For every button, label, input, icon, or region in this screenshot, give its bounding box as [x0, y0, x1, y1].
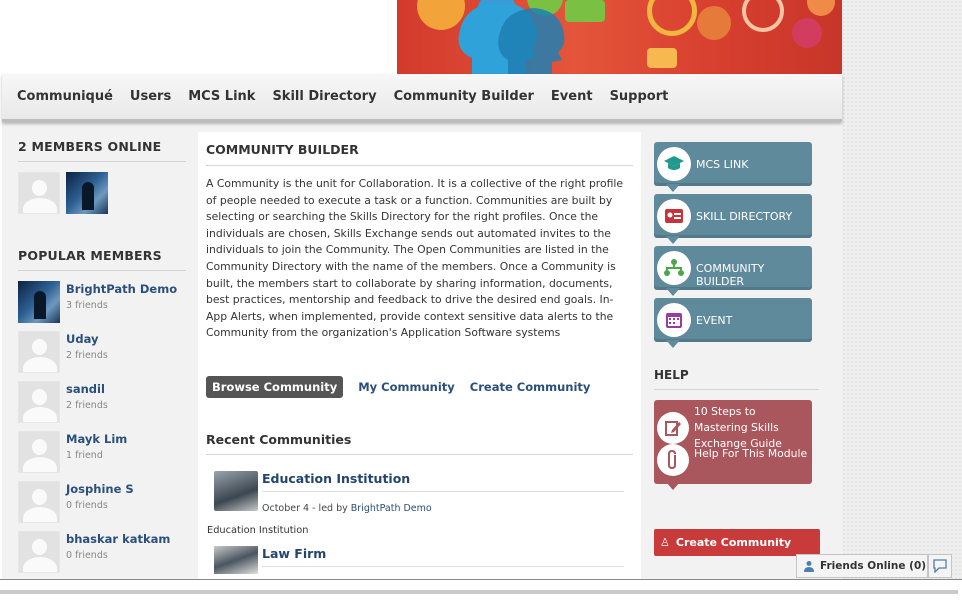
member-name[interactable]: sandil — [66, 382, 108, 396]
community-name[interactable]: Law Firm — [262, 546, 326, 561]
list-item: Josphine S 0 friends — [18, 481, 186, 523]
nav-event[interactable]: Event — [551, 89, 593, 104]
bottom-bar — [0, 579, 962, 602]
tab-browse-community[interactable]: Browse Community — [206, 375, 344, 398]
skill-directory-button[interactable]: SKILL DIRECTORY — [654, 194, 812, 244]
avatar[interactable] — [18, 531, 60, 573]
event-button[interactable]: EVENT — [654, 298, 812, 348]
list-item: Education Institution October 4 - led by… — [206, 467, 633, 527]
members-online-title: 2 MEMBERS ONLINE — [18, 139, 186, 162]
paperclip-icon — [657, 444, 689, 476]
community-meta: October 4 - led by BrightPath Demo — [262, 503, 432, 514]
chat-bubble-icon — [933, 559, 947, 573]
edit-icon — [657, 412, 689, 444]
right-sidebar: MCS LINK SKILL DIRECTORY COMMUNITY BUILD… — [654, 142, 824, 490]
left-sidebar: 2 MEMBERS ONLINE POPULAR MEMBERS BrightP… — [18, 139, 186, 573]
help-module-link[interactable]: Help For This Module — [657, 444, 807, 476]
member-friends: 2 friends — [66, 400, 108, 411]
community-tabs: Browse Community My Community Create Com… — [206, 375, 633, 398]
help-module-label: Help For This Module — [694, 447, 808, 460]
member-friends: 0 friends — [66, 500, 108, 511]
calendar-icon — [657, 303, 691, 337]
tab-my-community[interactable]: My Community — [358, 380, 455, 394]
id-card-icon — [657, 199, 691, 233]
page-title: COMMUNITY BUILDER — [206, 142, 633, 166]
head-profile-icon — [458, 2, 565, 74]
help-box: 10 Steps to Mastering Skills Exchange Gu… — [654, 400, 812, 490]
network-icon — [657, 251, 691, 285]
list-item: bhaskar katkam 0 friends — [18, 531, 186, 573]
avatar[interactable] — [18, 381, 60, 423]
avatar[interactable] — [18, 331, 60, 373]
community-name[interactable]: Education Institution — [262, 471, 410, 486]
chat-button[interactable] — [928, 554, 952, 578]
header-blank — [0, 0, 397, 74]
community-leader[interactable]: BrightPath Demo — [351, 503, 432, 514]
member-friends: 1 friend — [66, 450, 103, 461]
list-item: sandil 2 friends — [18, 381, 186, 423]
event-label: EVENT — [696, 314, 733, 327]
page-content: Communiqué Users MCS Link Skill Director… — [2, 74, 842, 584]
friends-online-bar[interactable]: Friends Online (0) — [796, 554, 928, 578]
skill-directory-label: SKILL DIRECTORY — [696, 210, 793, 223]
popular-members-title: POPULAR MEMBERS — [18, 248, 186, 271]
community-builder-button[interactable]: COMMUNITY BUILDER — [654, 246, 812, 296]
avatar[interactable] — [18, 281, 60, 323]
nav-support[interactable]: Support — [610, 89, 669, 104]
member-name[interactable]: Josphine S — [66, 482, 134, 496]
recent-communities-title: Recent Communities — [206, 432, 633, 455]
nav-communique[interactable]: Communiqué — [17, 89, 113, 104]
avatar[interactable] — [18, 481, 60, 523]
avatar[interactable] — [66, 172, 108, 214]
avatar[interactable] — [18, 431, 60, 473]
member-name[interactable]: Mayk Lim — [66, 432, 127, 446]
divider — [262, 490, 624, 492]
mcs-link-label: MCS LINK — [696, 158, 749, 171]
community-date: October 4 - led by — [262, 502, 351, 514]
community-builder-label: COMMUNITY BUILDER — [696, 262, 765, 288]
help-title: HELP — [654, 368, 819, 390]
friends-online-label: Friends Online (0) — [820, 560, 927, 572]
tab-create-community[interactable]: Create Community — [470, 380, 591, 394]
member-friends: 2 friends — [66, 350, 108, 361]
list-item: Law Firm — [206, 545, 633, 576]
member-friends: 3 friends — [66, 300, 108, 311]
member-name[interactable]: Uday — [66, 332, 108, 346]
nav-users[interactable]: Users — [130, 89, 171, 104]
online-members — [18, 172, 186, 214]
list-item: Uday 2 friends — [18, 331, 186, 373]
create-community-button[interactable]: ♙ Create Community — [654, 529, 820, 556]
main-nav: Communiqué Users MCS Link Skill Director… — [2, 74, 842, 122]
main-content: COMMUNITY BUILDER A Community is the uni… — [198, 132, 641, 584]
community-thumbnail[interactable] — [214, 545, 258, 574]
avatar[interactable] — [18, 172, 60, 214]
divider — [262, 565, 624, 567]
user-icon — [804, 561, 814, 572]
header-banner — [397, 0, 842, 74]
graduation-cap-icon — [657, 147, 691, 181]
mcs-link-button[interactable]: MCS LINK — [654, 142, 812, 192]
list-item: BrightPath Demo 3 friends — [18, 281, 186, 323]
nav-community-builder[interactable]: Community Builder — [394, 89, 534, 104]
users-icon: ♙ — [660, 536, 670, 549]
nav-skill-directory[interactable]: Skill Directory — [272, 89, 376, 104]
member-friends: 0 friends — [66, 550, 108, 561]
horizontal-scrollbar[interactable] — [0, 590, 958, 594]
page-background — [842, 0, 962, 602]
list-item: Mayk Lim 1 friend — [18, 431, 186, 473]
nav-mcs-link[interactable]: MCS Link — [188, 89, 255, 104]
community-description: A Community is the unit for Collaboratio… — [206, 177, 624, 340]
member-name[interactable]: BrightPath Demo — [66, 282, 177, 296]
community-thumbnail[interactable] — [214, 470, 258, 511]
create-community-label: Create Community — [675, 536, 792, 549]
member-name[interactable]: bhaskar katkam — [66, 532, 170, 546]
